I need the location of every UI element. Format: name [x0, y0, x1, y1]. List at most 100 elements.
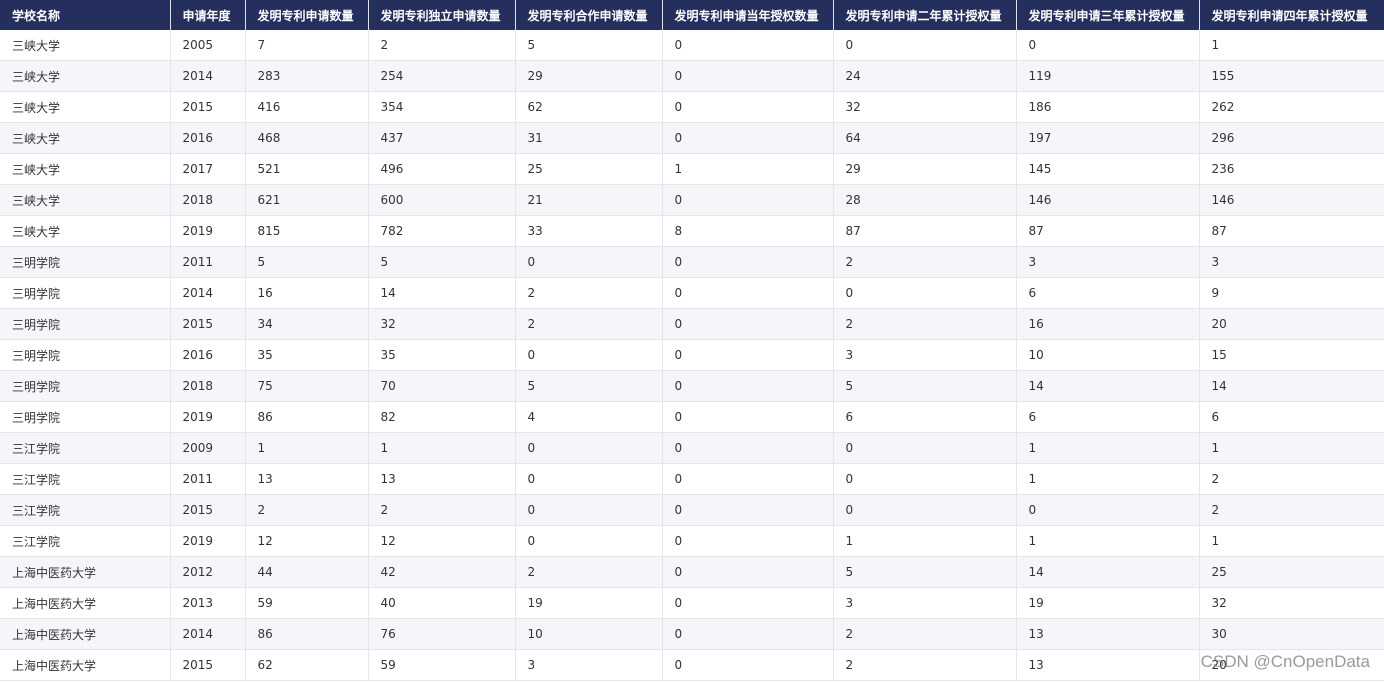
- table-row[interactable]: 三峡大学 2017 521 496 25 1 29 145 236: [0, 153, 1384, 185]
- table-header-row: 学校名称 申请年度 发明专利申请数量 发明专利独立申请数量 发明专利合作申请数量 发明专利…: [0, 0, 1384, 30]
- table-cell: 0: [662, 556, 834, 588]
- table-cell: 14: [1199, 370, 1384, 402]
- table-row[interactable]: 三明学院 2019 86 82 4 0 6 6 6: [0, 401, 1384, 433]
- table-cell: 2: [833, 308, 1017, 340]
- column-header[interactable]: 发明专利申请数量: [245, 0, 369, 30]
- table-row[interactable]: 三明学院 2018 75 70 5 0 5 14 14: [0, 370, 1384, 402]
- table-cell: 5: [515, 370, 663, 402]
- table-cell: 0: [662, 525, 834, 557]
- table-cell: 2014: [170, 618, 246, 650]
- table-cell: 2: [368, 494, 516, 526]
- table-cell: 24: [833, 60, 1017, 92]
- table-cell: 0: [662, 618, 834, 650]
- table-row[interactable]: 三峡大学 2018 621 600 21 0 28 146 146: [0, 184, 1384, 216]
- table-cell: 2: [833, 618, 1017, 650]
- table-cell: 0: [662, 339, 834, 371]
- column-header[interactable]: 发明专利申请当年授权数量: [662, 0, 834, 30]
- table-cell: 0: [833, 463, 1017, 495]
- table-cell: 6: [1016, 277, 1200, 309]
- table-cell: 三明学院: [0, 339, 171, 371]
- table-row[interactable]: 三江学院 2009 1 1 0 0 0 1 1: [0, 432, 1384, 464]
- table-cell: 三明学院: [0, 401, 171, 433]
- table-cell: 8: [662, 215, 834, 247]
- table-cell: 13: [1016, 618, 1200, 650]
- table-cell: 0: [833, 432, 1017, 464]
- table-row[interactable]: 三峡大学 2005 7 2 5 0 0 0 1: [0, 30, 1384, 61]
- table-cell: 82: [368, 401, 516, 433]
- table-cell: 87: [833, 215, 1017, 247]
- table-cell: 三峡大学: [0, 30, 171, 61]
- table-cell: 3: [833, 587, 1017, 619]
- patent-data-table: 学校名称 申请年度 发明专利申请数量 发明专利独立申请数量 发明专利合作申请数量 发明专利…: [0, 0, 1384, 681]
- table-row[interactable]: 上海中医药大学 2012 44 42 2 0 5 14 25: [0, 556, 1384, 588]
- table-cell: 2014: [170, 60, 246, 92]
- column-header[interactable]: 发明专利申请二年累计授权量: [833, 0, 1017, 30]
- table-cell: 三峡大学: [0, 184, 171, 216]
- table-cell: 621: [245, 184, 369, 216]
- column-header[interactable]: 发明专利合作申请数量: [515, 0, 663, 30]
- table-cell: 1: [833, 525, 1017, 557]
- table-cell: 1: [1199, 30, 1384, 61]
- column-header[interactable]: 申请年度: [170, 0, 246, 30]
- table-cell: 2015: [170, 649, 246, 681]
- table-cell: 2019: [170, 525, 246, 557]
- table-cell: 21: [515, 184, 663, 216]
- table-cell: 2011: [170, 463, 246, 495]
- table-cell: 416: [245, 91, 369, 123]
- column-header[interactable]: 发明专利独立申请数量: [368, 0, 516, 30]
- table-cell: 468: [245, 122, 369, 154]
- table-cell: 0: [515, 432, 663, 464]
- table-cell: 14: [368, 277, 516, 309]
- table-cell: 30: [1199, 618, 1384, 650]
- table-cell: 87: [1016, 215, 1200, 247]
- table-row[interactable]: 三峡大学 2019 815 782 33 8 87 87 87: [0, 215, 1384, 247]
- table-cell: 6: [1199, 401, 1384, 433]
- table-cell: 28: [833, 184, 1017, 216]
- column-header[interactable]: 学校名称: [0, 0, 171, 30]
- table-cell: 2005: [170, 30, 246, 61]
- table-cell: 0: [662, 587, 834, 619]
- table-cell: 25: [515, 153, 663, 185]
- table-cell: 5: [515, 30, 663, 61]
- table-row[interactable]: 上海中医药大学 2013 59 40 19 0 3 19 32: [0, 587, 1384, 619]
- table-cell: 20: [1199, 649, 1384, 681]
- table-row[interactable]: 三峡大学 2016 468 437 31 0 64 197 296: [0, 122, 1384, 154]
- table-cell: 2019: [170, 401, 246, 433]
- table-cell: 2: [515, 277, 663, 309]
- table-cell: 2013: [170, 587, 246, 619]
- table-row[interactable]: 三江学院 2019 12 12 0 0 1 1 1: [0, 525, 1384, 557]
- table-cell: 2: [1199, 494, 1384, 526]
- table-row[interactable]: 三江学院 2015 2 2 0 0 0 0 2: [0, 494, 1384, 526]
- table-cell: 0: [662, 432, 834, 464]
- table-cell: 32: [833, 91, 1017, 123]
- column-header[interactable]: 发明专利申请四年累计授权量: [1199, 0, 1384, 30]
- table-cell: 2015: [170, 494, 246, 526]
- table-cell: 70: [368, 370, 516, 402]
- table-cell: 59: [245, 587, 369, 619]
- table-row[interactable]: 三明学院 2011 5 5 0 0 2 3 3: [0, 246, 1384, 278]
- table-cell: 2018: [170, 370, 246, 402]
- table-row[interactable]: 上海中医药大学 2014 86 76 10 0 2 13 30: [0, 618, 1384, 650]
- table-row[interactable]: 三明学院 2014 16 14 2 0 0 6 9: [0, 277, 1384, 309]
- table-cell: 75: [245, 370, 369, 402]
- table-row[interactable]: 三峡大学 2015 416 354 62 0 32 186 262: [0, 91, 1384, 123]
- table-cell: 6: [1016, 401, 1200, 433]
- table-cell: 16: [1016, 308, 1200, 340]
- table-row[interactable]: 三江学院 2011 13 13 0 0 0 1 2: [0, 463, 1384, 495]
- table-cell: 76: [368, 618, 516, 650]
- column-header[interactable]: 发明专利申请三年累计授权量: [1016, 0, 1200, 30]
- table-cell: 2: [245, 494, 369, 526]
- table-cell: 262: [1199, 91, 1384, 123]
- table-row[interactable]: 三明学院 2015 34 32 2 0 2 16 20: [0, 308, 1384, 340]
- table-cell: 815: [245, 215, 369, 247]
- table-cell: 3: [833, 339, 1017, 371]
- table-row[interactable]: 上海中医药大学 2015 62 59 3 0 2 13 20: [0, 649, 1384, 681]
- table-cell: 20: [1199, 308, 1384, 340]
- table-cell: 1: [662, 153, 834, 185]
- table-cell: 32: [1199, 587, 1384, 619]
- table-row[interactable]: 三明学院 2016 35 35 0 0 3 10 15: [0, 339, 1384, 371]
- table-cell: 2009: [170, 432, 246, 464]
- table-row[interactable]: 三峡大学 2014 283 254 29 0 24 119 155: [0, 60, 1384, 92]
- table-cell: 2019: [170, 215, 246, 247]
- table-cell: 2: [833, 649, 1017, 681]
